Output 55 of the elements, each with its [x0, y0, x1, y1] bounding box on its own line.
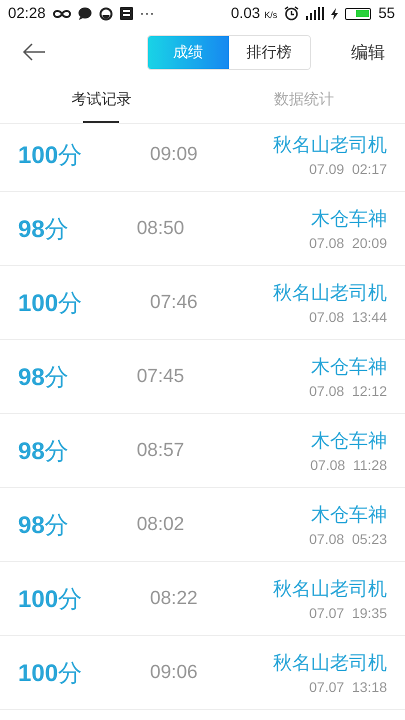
date-time: 07.08 12:12: [309, 383, 387, 399]
record-row[interactable]: 100分 07:46 秋名山老司机 07.08 13:44: [0, 266, 405, 340]
record-row[interactable]: 100分 09:09 秋名山老司机 07.09 02:17: [0, 118, 405, 192]
record-row[interactable]: 98分 07:45 木仓车神 07.08 12:12: [0, 340, 405, 414]
date-time: 07.08 13:44: [309, 309, 387, 325]
more-dots: ···: [140, 5, 155, 22]
user-name: 秋名山老司机: [273, 651, 387, 676]
clock-time: 02:28: [8, 5, 46, 22]
score-text: 98分: [18, 436, 69, 466]
duration-text: 08:50: [136, 218, 184, 240]
duration-text: 07:46: [150, 292, 198, 314]
app-icon: [120, 7, 133, 20]
score-text: 100分: [18, 140, 82, 170]
user-name: 秋名山老司机: [273, 281, 387, 306]
score-text: 100分: [18, 288, 82, 318]
record-row[interactable]: 98分 08:57 木仓车神 07.08 11:28: [0, 414, 405, 488]
infinity-icon: [52, 8, 71, 18]
edit-button[interactable]: 编辑: [351, 40, 385, 64]
chat-bubble-icon: [78, 7, 92, 20]
battery-percent: 55: [378, 5, 395, 22]
date-time: 07.07 19:35: [309, 605, 387, 621]
date-time: 07.08 20:09: [309, 235, 387, 251]
date-time: 07.08 11:28: [310, 457, 387, 473]
duration-text: 07:45: [136, 366, 184, 388]
charging-bolt-icon: [331, 8, 338, 20]
date-time: 07.09 02:17: [309, 161, 387, 177]
duration-text: 08:57: [136, 440, 184, 462]
duration-text: 09:09: [150, 144, 198, 166]
duration-text: 08:22: [150, 588, 198, 610]
duration-text: 09:06: [150, 662, 198, 684]
network-speed: 0.03 K/s: [230, 5, 278, 22]
record-row[interactable]: 98分 08:50 木仓车神 07.08 20:09: [0, 192, 405, 266]
circle-icon: [98, 6, 113, 20]
battery-icon: [345, 8, 372, 20]
score-text: 98分: [18, 362, 69, 392]
record-row[interactable]: 100分 08:22 秋名山老司机 07.07 19:35: [0, 562, 405, 636]
segment-tab[interactable]: 成绩: [148, 36, 228, 68]
user-name: 木仓车神: [311, 355, 387, 380]
signal-icon: [306, 7, 324, 20]
user-name: 木仓车神: [311, 207, 387, 232]
user-name: 木仓车神: [311, 503, 387, 528]
score-text: 100分: [18, 584, 82, 614]
date-time: 07.07 13:18: [309, 679, 387, 695]
duration-text: 08:02: [136, 514, 184, 536]
user-name: 秋名山老司机: [273, 133, 387, 158]
user-name: 秋名山老司机: [273, 577, 387, 602]
date-time: 07.08 05:23: [309, 531, 387, 547]
alarm-clock-icon: [284, 6, 300, 21]
score-text: 100分: [18, 658, 82, 688]
score-text: 98分: [18, 214, 69, 244]
record-row[interactable]: 98分 08:02 木仓车神 07.08 05:23: [0, 488, 405, 562]
user-name: 木仓车神: [311, 429, 387, 454]
back-arrow-icon[interactable]: [22, 43, 46, 61]
record-row[interactable]: 100分 09:06 秋名山老司机 07.07 13:18: [0, 636, 405, 710]
score-text: 98分: [18, 510, 69, 540]
